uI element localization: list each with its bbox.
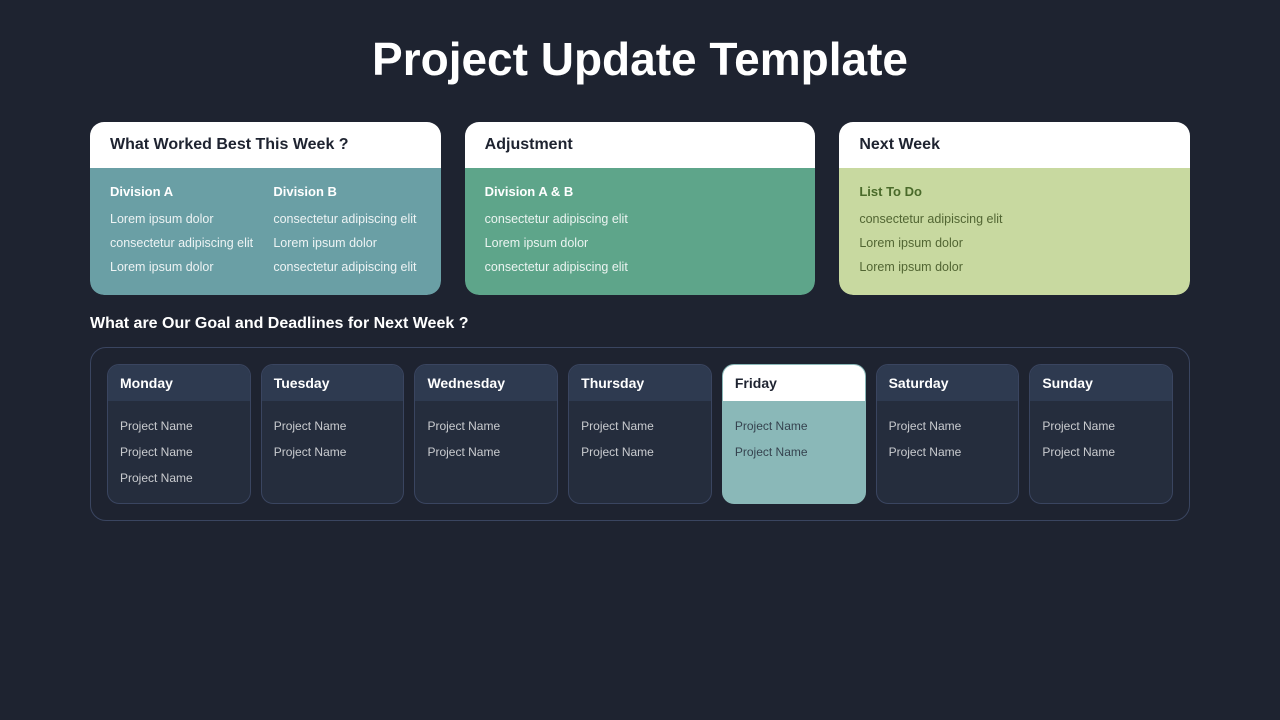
card-2-header: Adjustment — [465, 122, 816, 168]
day-card-monday[interactable]: MondayProject NameProject NameProject Na… — [107, 364, 251, 504]
list-item: Lorem ipsum dolor — [110, 207, 257, 231]
day-body: Project NameProject Name — [723, 401, 865, 477]
day-name: Sunday — [1042, 375, 1160, 391]
card-adjustment: Adjustment Division A & B consectetur ad… — [465, 122, 816, 295]
card-3-body: List To Do consectetur adipiscing elit L… — [839, 168, 1190, 295]
day-name: Wednesday — [427, 375, 545, 391]
day-project: Project Name — [274, 439, 392, 465]
day-name: Monday — [120, 375, 238, 391]
card-1-col-b: Division B consectetur adipiscing elit L… — [273, 184, 420, 279]
day-project: Project Name — [427, 413, 545, 439]
list-item: consectetur adipiscing elit — [273, 207, 420, 231]
day-project: Project Name — [120, 465, 238, 491]
day-project: Project Name — [120, 439, 238, 465]
card-1-title: What Worked Best This Week ? — [110, 136, 421, 154]
day-card-wednesday[interactable]: Wednesday Project NameProject Name — [414, 364, 558, 504]
day-body: Project NameProject NameProject Name — [108, 401, 250, 503]
day-project: Project Name — [1042, 439, 1160, 465]
card-what-worked: What Worked Best This Week ? Division A … — [90, 122, 441, 295]
day-header-thursday: Thursday — [569, 365, 711, 401]
list-item: consectetur adipiscing elit — [859, 207, 1170, 231]
day-body: Project NameProject Name — [415, 401, 557, 477]
card-3-header: Next Week — [839, 122, 1190, 168]
day-project: Project Name — [1042, 413, 1160, 439]
title-bold: Project Update — [372, 33, 697, 85]
day-card-thursday[interactable]: Thursday Project NameProject Name — [568, 364, 712, 504]
page-title: Project Update Template — [0, 32, 1280, 86]
day-card-friday[interactable]: Friday Project NameProject Name — [722, 364, 866, 504]
day-name: Tuesday — [274, 375, 392, 391]
card-2-columns: Division A & B consectetur adipiscing el… — [485, 184, 796, 279]
card-1-columns: Division A Lorem ipsum dolor consectetur… — [110, 184, 421, 279]
list-item: Lorem ipsum dolor — [485, 231, 796, 255]
day-header-wednesday: Wednesday — [415, 365, 557, 401]
day-project: Project Name — [274, 413, 392, 439]
day-card-sunday[interactable]: Sunday Project NameProject Name — [1029, 364, 1173, 504]
day-header-tuesday: Tuesday — [262, 365, 404, 401]
card-3-col-a-title: List To Do — [859, 184, 1170, 199]
day-project: Project Name — [889, 439, 1007, 465]
card-1-header: What Worked Best This Week ? — [90, 122, 441, 168]
list-item: Lorem ipsum dolor — [273, 231, 420, 255]
day-body: Project NameProject Name — [877, 401, 1019, 477]
day-name: Thursday — [581, 375, 699, 391]
list-item: consectetur adipiscing elit — [110, 231, 257, 255]
card-1-col-a-title: Division A — [110, 184, 257, 199]
list-item: consectetur adipiscing elit — [485, 255, 796, 279]
list-item: consectetur adipiscing elit — [485, 207, 796, 231]
card-1-col-a: Division A Lorem ipsum dolor consectetur… — [110, 184, 257, 279]
day-project: Project Name — [735, 439, 853, 465]
card-next-week: Next Week List To Do consectetur adipisc… — [839, 122, 1190, 295]
list-item: Lorem ipsum dolor — [859, 255, 1170, 279]
title-regular: Template — [697, 33, 908, 85]
card-1-col-b-title: Division B — [273, 184, 420, 199]
weekly-grid: MondayProject NameProject NameProject Na… — [90, 347, 1190, 521]
card-3-columns: List To Do consectetur adipiscing elit L… — [859, 184, 1170, 279]
goals-section: What are Our Goal and Deadlines for Next… — [90, 315, 1190, 521]
day-name: Saturday — [889, 375, 1007, 391]
day-body: Project NameProject Name — [1030, 401, 1172, 477]
day-header-saturday: Saturday — [877, 365, 1019, 401]
day-header-sunday: Sunday — [1030, 365, 1172, 401]
day-project: Project Name — [735, 413, 853, 439]
list-item: consectetur adipiscing elit — [273, 255, 420, 279]
day-project: Project Name — [581, 413, 699, 439]
card-3-title: Next Week — [859, 136, 1170, 154]
card-2-col-a: Division A & B consectetur adipiscing el… — [485, 184, 796, 279]
card-1-body: Division A Lorem ipsum dolor consectetur… — [90, 168, 441, 295]
header: Project Update Template — [0, 0, 1280, 106]
day-card-tuesday[interactable]: Tuesday Project NameProject Name — [261, 364, 405, 504]
card-2-body: Division A & B consectetur adipiscing el… — [465, 168, 816, 295]
list-item: Lorem ipsum dolor — [110, 255, 257, 279]
day-project: Project Name — [889, 413, 1007, 439]
day-project: Project Name — [427, 439, 545, 465]
card-2-col-a-title: Division A & B — [485, 184, 796, 199]
card-3-col-a: List To Do consectetur adipiscing elit L… — [859, 184, 1170, 279]
day-header-monday: Monday — [108, 365, 250, 401]
day-project: Project Name — [120, 413, 238, 439]
day-name: Friday — [735, 375, 853, 391]
goals-title: What are Our Goal and Deadlines for Next… — [90, 315, 1190, 333]
list-item: Lorem ipsum dolor — [859, 231, 1170, 255]
day-project: Project Name — [581, 439, 699, 465]
day-body: Project NameProject Name — [262, 401, 404, 477]
day-header-friday: Friday — [723, 365, 865, 401]
top-cards-section: What Worked Best This Week ? Division A … — [90, 122, 1190, 295]
day-body: Project NameProject Name — [569, 401, 711, 477]
card-2-title: Adjustment — [485, 136, 796, 154]
day-card-saturday[interactable]: Saturday Project NameProject Name — [876, 364, 1020, 504]
